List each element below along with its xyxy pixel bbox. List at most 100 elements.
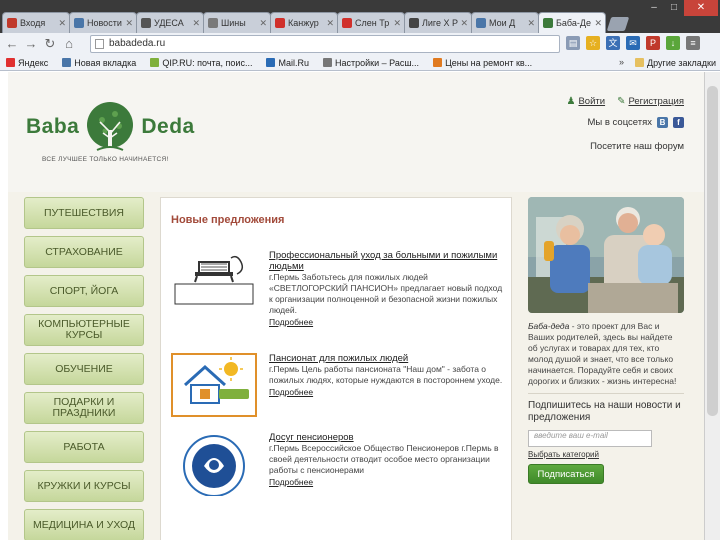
other-bookmarks[interactable]: Другие закладки	[635, 58, 716, 68]
tab-favicon-icon	[7, 18, 17, 28]
star-icon[interactable]: ☆	[586, 36, 600, 50]
tab-label: Лиге X P	[422, 18, 459, 28]
tab-close-icon[interactable]: ✕	[460, 18, 468, 29]
menu-item[interactable]: СПОРТ, ЙОГА	[24, 275, 144, 307]
menu-item[interactable]: ОБУЧЕНИЕ	[24, 353, 144, 385]
more-link[interactable]: Подробнее	[269, 387, 505, 397]
tab-favicon-icon	[275, 18, 285, 28]
offer-description: г.Пермь Заботьтесь для пожилых людей «СВ…	[269, 272, 503, 315]
tab-label: УДЕСА	[154, 18, 184, 28]
vk-icon[interactable]: В	[657, 117, 668, 128]
tab-favicon-icon	[74, 18, 84, 28]
tab-label: Новости	[87, 18, 122, 28]
tree-logo-icon	[87, 102, 134, 151]
reload-icon[interactable]: ↻	[42, 36, 58, 52]
bookmark-favicon-icon	[150, 58, 160, 67]
tab-favicon-icon	[476, 18, 486, 28]
back-icon[interactable]: ←	[4, 36, 20, 52]
wrench-icon[interactable]: ≡	[686, 36, 700, 50]
about-name: Баба-деда	[528, 321, 570, 331]
browser-tab-bar: Входя ✕ Новости ✕ УДЕСА ✕ Шины ✕ Канжур ✕ Слен Тр ✕…	[0, 0, 720, 33]
vertical-scrollbar[interactable]	[704, 72, 720, 540]
browser-tab[interactable]: Мои Д ✕	[471, 12, 539, 33]
menu-item[interactable]: КОМПЬЮТЕРНЫЕ КУРСЫ	[24, 314, 144, 346]
tab-close-icon[interactable]: ✕	[192, 18, 200, 29]
offer-item: Профессиональный уход за больными и пожи…	[171, 250, 507, 330]
browser-tab[interactable]: УДЕСА ✕	[136, 12, 204, 33]
bookmark-label: Mail.Ru	[278, 57, 309, 68]
browser-tab[interactable]: Баба-Де ✕	[538, 12, 606, 33]
tab-close-icon[interactable]: ✕	[326, 18, 334, 29]
login-link[interactable]: Войти	[578, 96, 605, 107]
bookmark-item[interactable]: Яндекс	[6, 58, 48, 68]
forward-icon[interactable]: →	[23, 36, 39, 52]
mail-icon[interactable]: ✉	[626, 36, 640, 50]
tab-label: Слен Тр	[355, 18, 390, 28]
bookmark-page-icon[interactable]: ▤	[566, 36, 580, 50]
scrollbar-thumb[interactable]	[707, 86, 718, 416]
offer-title[interactable]: Пансионат для пожилых людей	[269, 353, 505, 364]
browser-tab[interactable]: Слен Тр ✕	[337, 12, 405, 33]
bookmark-item[interactable]: Новая вкладка	[62, 58, 136, 68]
tagline: ВСЕ ЛУЧШЕЕ ТОЛЬКО НАЧИНАЕТСЯ!	[42, 156, 169, 163]
bookmark-item[interactable]: Настройки – Расш...	[322, 58, 419, 68]
subscribe-button[interactable]: Подписаться	[528, 464, 604, 484]
tab-close-icon[interactable]: ✕	[125, 18, 133, 29]
bookmark-favicon-icon	[433, 58, 443, 67]
offers-heading: Новые предложения	[171, 214, 285, 226]
menu-item[interactable]: КРУЖКИ И КУРСЫ	[24, 470, 144, 502]
tab-close-icon[interactable]: ✕	[259, 18, 267, 29]
browser-tab[interactable]: Канжур ✕	[270, 12, 338, 33]
menu-item[interactable]: СТРАХОВАНИЕ	[24, 236, 144, 268]
bookmarks-overflow-icon[interactable]: »	[619, 57, 624, 67]
more-link[interactable]: Подробнее	[269, 477, 505, 487]
bookmark-item[interactable]: Цены на ремонт кв...	[433, 58, 532, 68]
offer-thumbnail[interactable]	[171, 432, 257, 497]
tab-close-icon[interactable]: ✕	[393, 18, 401, 29]
register-link[interactable]: Регистрация	[628, 96, 684, 107]
minimize-icon[interactable]: –	[644, 0, 664, 16]
user-icon: ♟	[566, 96, 576, 107]
menu-item[interactable]: ПУТЕШЕСТВИЯ	[24, 197, 144, 229]
home-icon[interactable]: ⌂	[61, 36, 77, 52]
bookmark-item[interactable]: QIP.RU: почта, поис...	[150, 58, 252, 68]
menu-item[interactable]: МЕДИЦИНА И УХОД	[24, 509, 144, 540]
tab-favicon-icon	[141, 18, 151, 28]
address-bar[interactable]: babadeda.ru	[90, 35, 560, 53]
browser-tab[interactable]: Новости ✕	[69, 12, 137, 33]
menu-item[interactable]: РАБОТА	[24, 431, 144, 463]
close-window-icon[interactable]: ✕	[684, 0, 718, 16]
tab-close-icon[interactable]: ✕	[594, 18, 602, 29]
select-topics-link[interactable]: Выбрать категорий	[528, 450, 684, 459]
browser-tab[interactable]: Лиге X P ✕	[404, 12, 472, 33]
maximize-icon[interactable]: □	[664, 0, 684, 16]
facebook-icon[interactable]: f	[673, 117, 684, 128]
tab-strip: Входя ✕ Новости ✕ УДЕСА ✕ Шины ✕ Канжур ✕ Слен Тр ✕…	[2, 12, 630, 33]
offer-item: Пансионат для пожилых людей г.Пермь Цель…	[171, 353, 507, 433]
offer-title[interactable]: Досуг пенсионеров	[269, 432, 505, 443]
site-header: Baba Deda ВСЕ ЛУЧШЕЕ ТОЛЬКО НАЧИНАЕТСЯ! …	[8, 72, 704, 192]
subscribe-form: Подпишитесь на наши новости и предложени…	[528, 393, 684, 484]
menu-item[interactable]: ПОДАРКИ И ПРАЗДНИКИ	[24, 392, 144, 424]
p10-icon[interactable]: P	[646, 36, 660, 50]
tab-label: Баба-Де	[556, 18, 591, 28]
forum-link[interactable]: Посетите наш форум	[555, 141, 684, 152]
offer-thumbnail[interactable]	[171, 353, 257, 417]
email-input[interactable]: введите ваш e-mail	[528, 430, 652, 447]
tab-close-icon[interactable]: ✕	[58, 18, 66, 29]
folder-icon	[635, 58, 645, 67]
offer-title[interactable]: Профессиональный уход за больными и пожи…	[269, 250, 505, 272]
bookmark-item[interactable]: Mail.Ru	[266, 58, 309, 68]
new-tab-button[interactable]	[606, 17, 630, 31]
tab-close-icon[interactable]: ✕	[527, 18, 535, 29]
site-logo[interactable]: Baba Deda	[26, 100, 195, 154]
offer-thumbnail[interactable]	[171, 250, 257, 314]
header-links: ♟ Войти ✎ Регистрация Мы в соцсетях В f …	[555, 96, 684, 152]
more-link[interactable]: Подробнее	[269, 317, 505, 327]
logo-word-left: Baba	[26, 115, 80, 138]
browser-tab[interactable]: Шины ✕	[203, 12, 271, 33]
download-icon[interactable]: ↓	[666, 36, 680, 50]
bookmarks-bar: Яндекс Новая вкладка QIP.RU: почта, поис..…	[0, 55, 720, 71]
translate-icon[interactable]: 文	[606, 36, 620, 50]
browser-tab[interactable]: Входя ✕	[2, 12, 70, 33]
